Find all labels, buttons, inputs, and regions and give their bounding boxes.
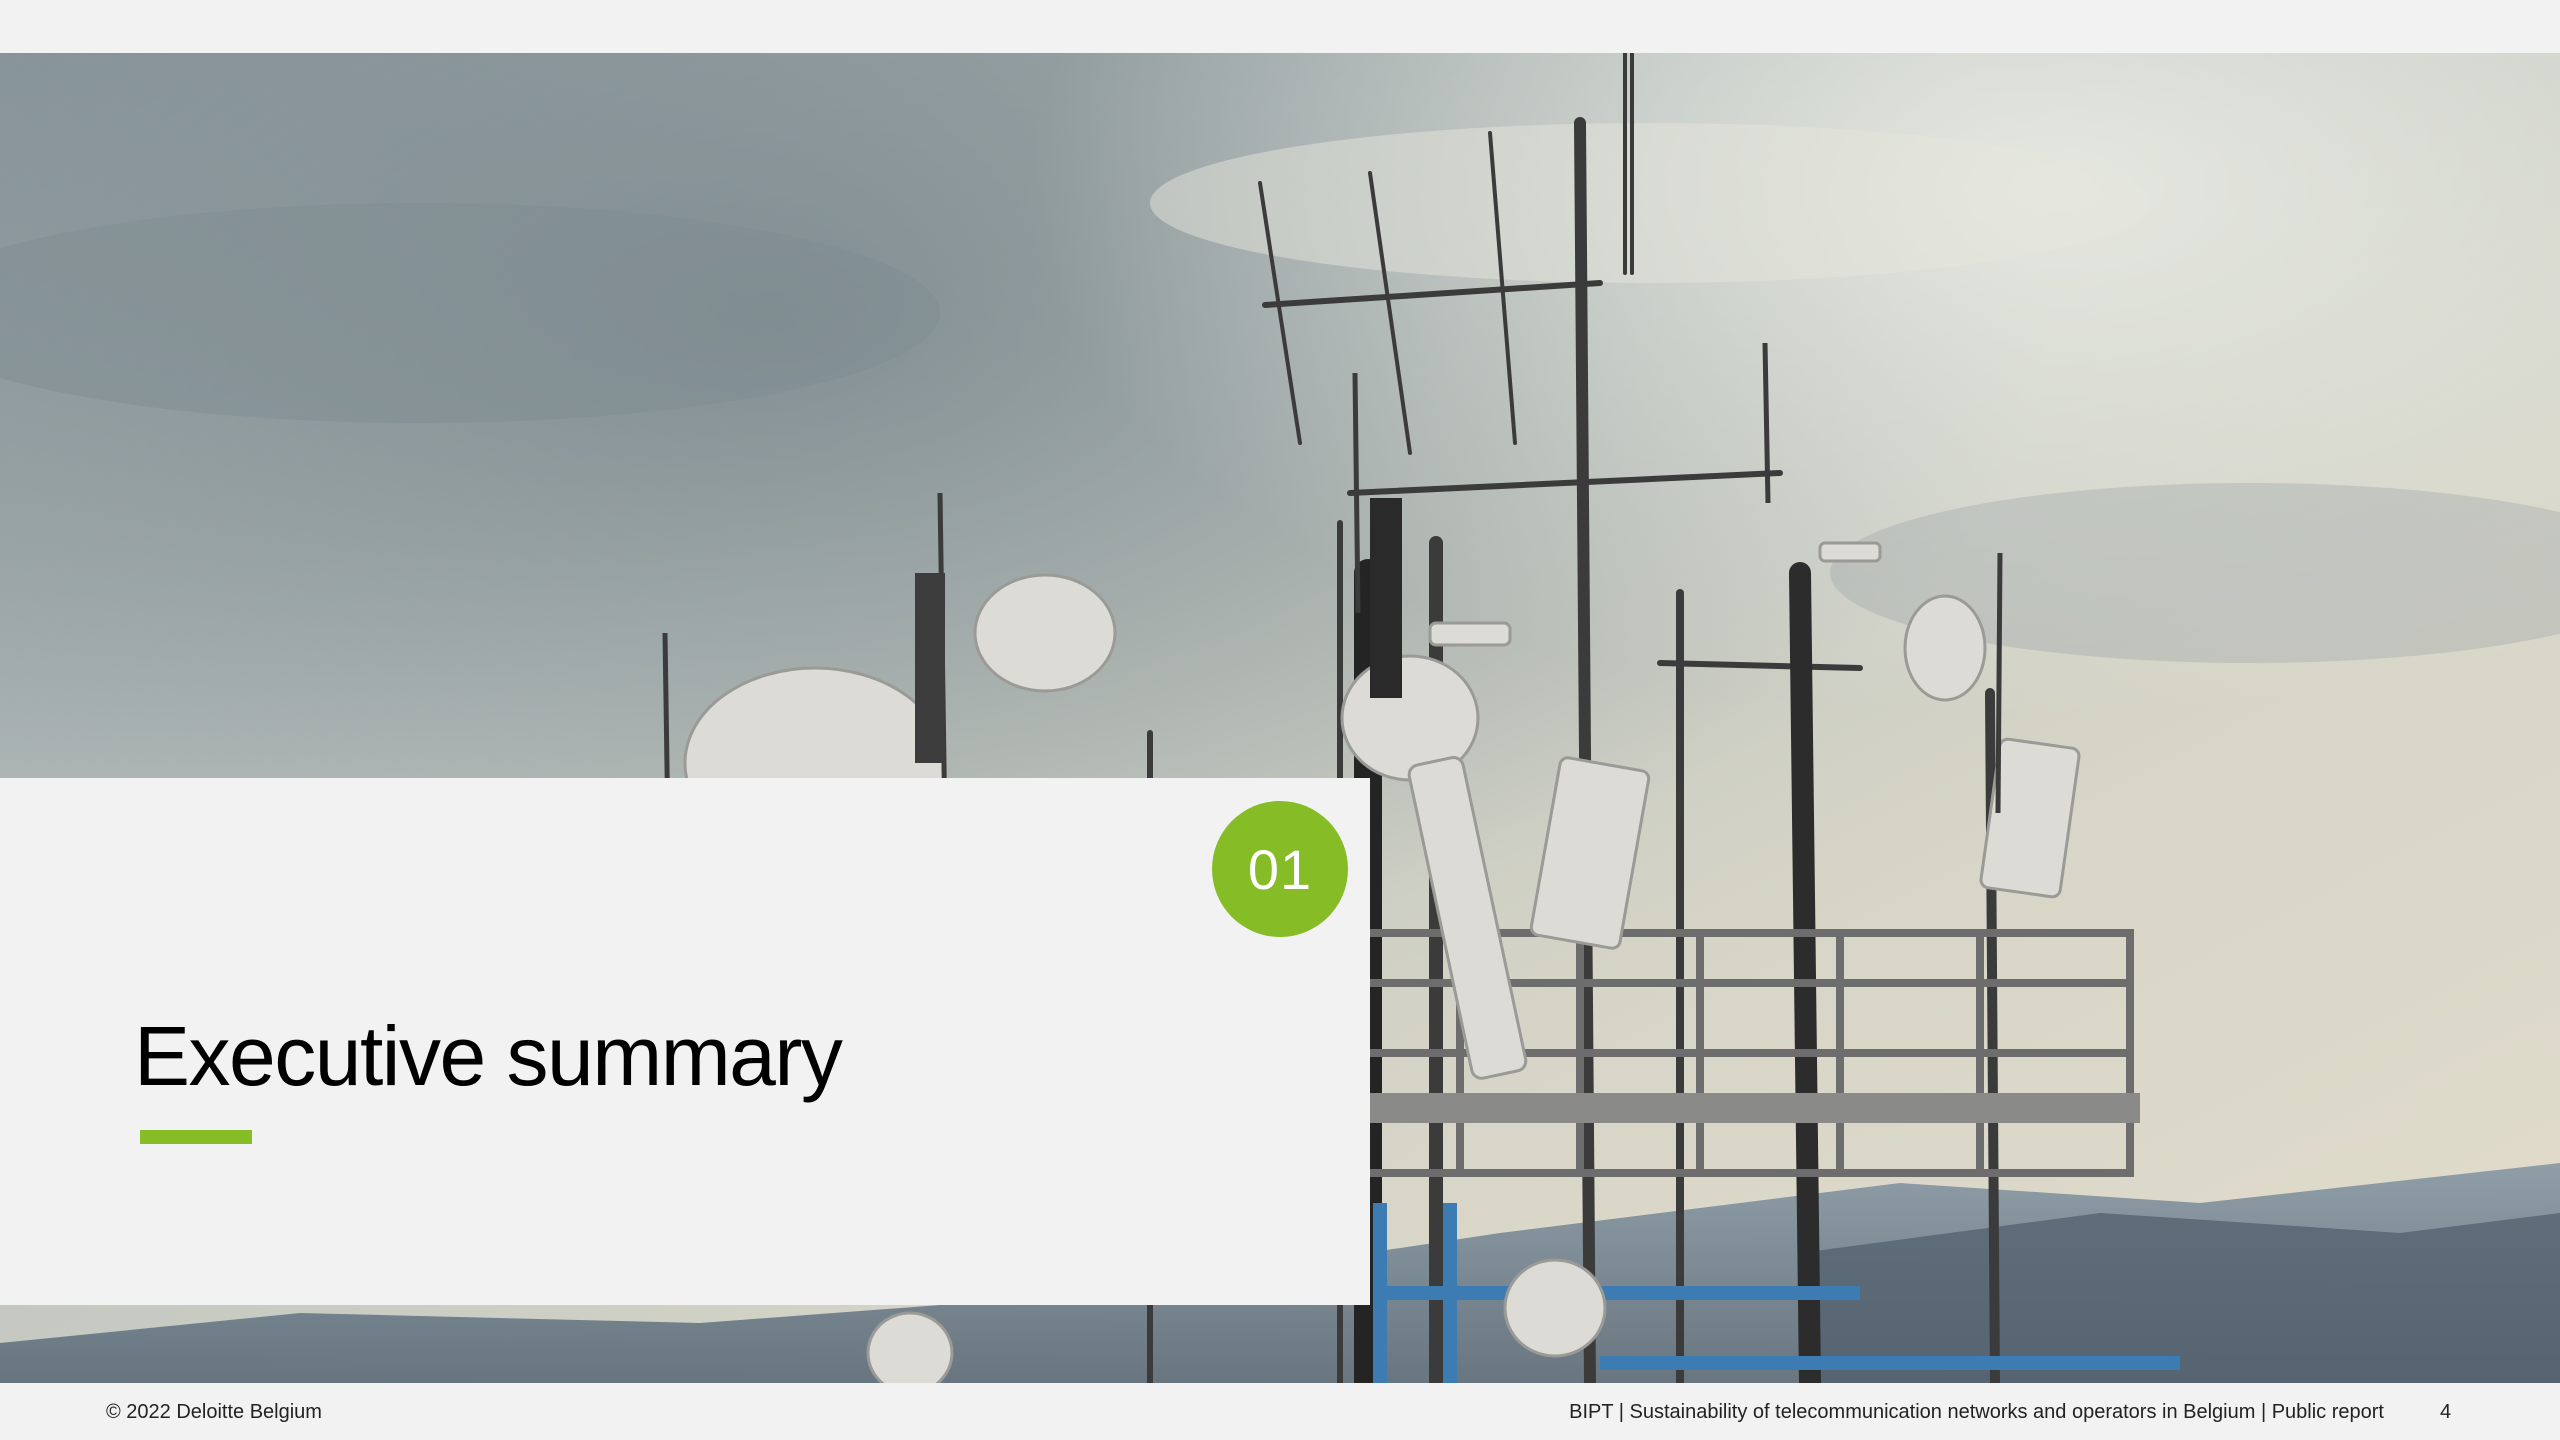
footer-copyright: © 2022 Deloitte Belgium — [106, 1401, 322, 1423]
footer-report-title: BIPT | Sustainability of telecommunicati… — [1569, 1401, 2384, 1423]
section-number-badge: 01 — [1212, 801, 1348, 937]
footer: © 2022 Deloitte Belgium BIPT | Sustainab… — [0, 1383, 2560, 1440]
title-underline-accent — [140, 1130, 252, 1144]
slide: 01 Executive summary © 2022 Deloitte Bel… — [0, 0, 2560, 1440]
section-title: Executive summary — [134, 1009, 843, 1103]
footer-page-number: 4 — [2440, 1401, 2452, 1423]
